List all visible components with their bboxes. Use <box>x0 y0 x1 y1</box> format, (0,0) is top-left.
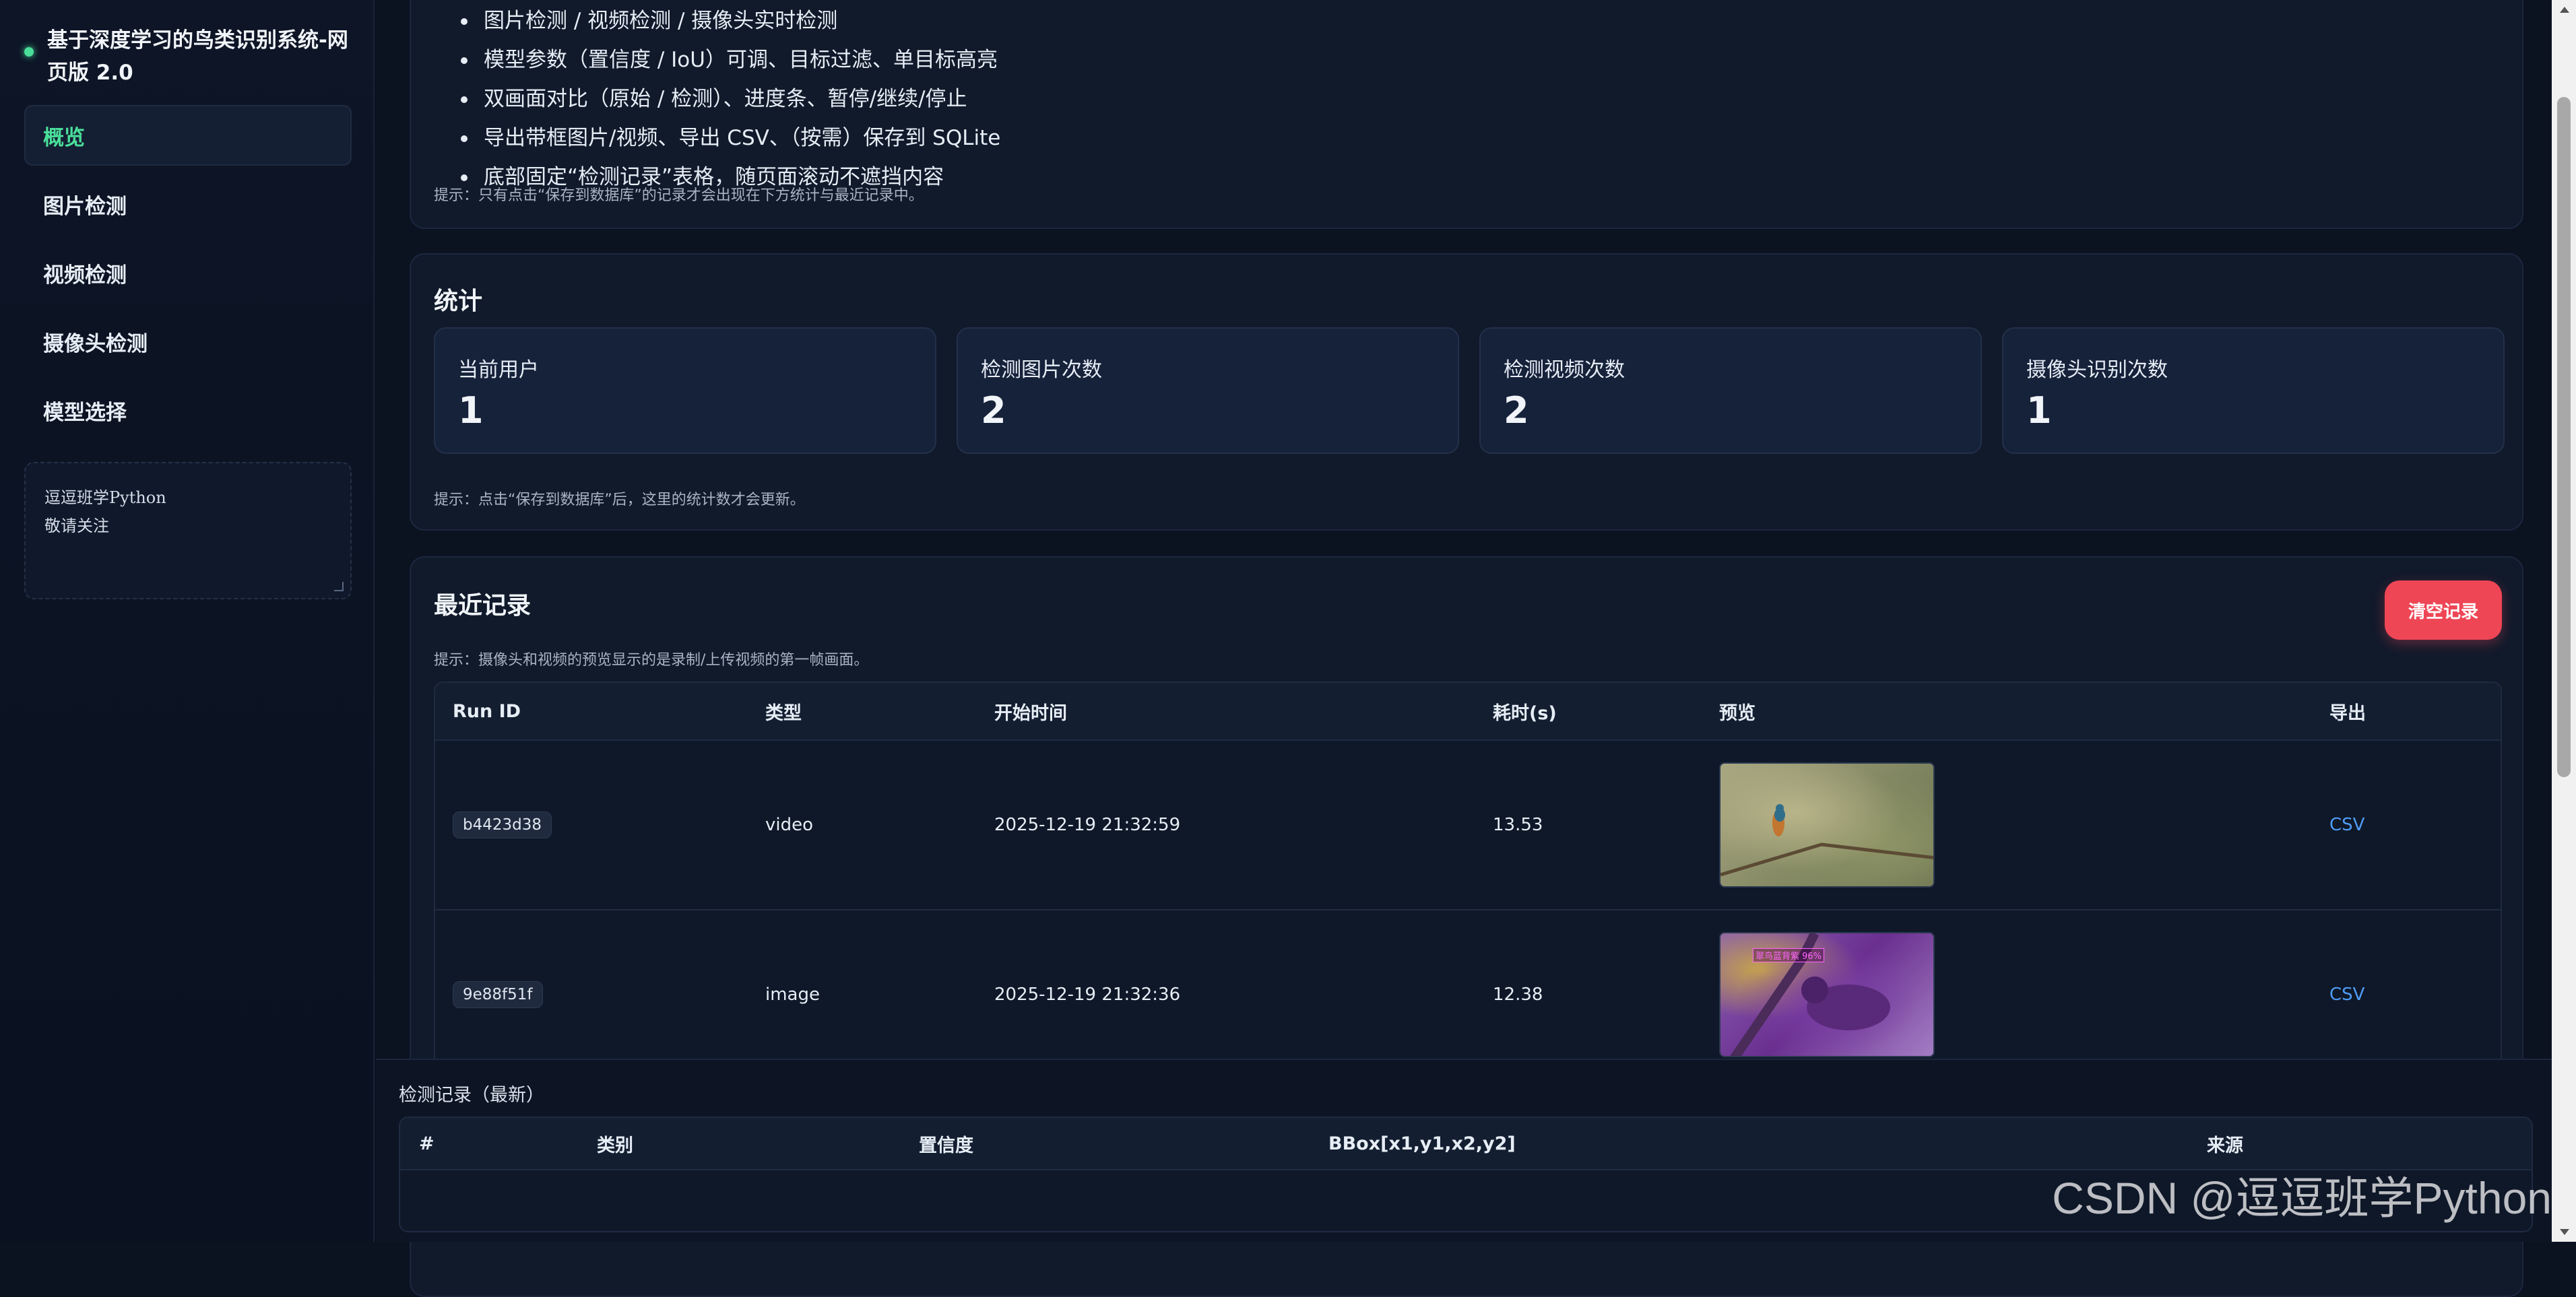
export-csv-link[interactable]: CSV <box>2329 815 2364 835</box>
page-scrollbar[interactable] <box>2552 0 2576 1242</box>
detection-label: 翠鸟蓝背紫 96% <box>1753 948 1824 962</box>
record-duration: 13.53 <box>1493 815 1719 835</box>
sidebar-nav: 概览 图片检测 视频检测 摄像头检测 模型选择 <box>24 105 352 448</box>
feature-item: 模型参数（置信度 / IoU）可调、目标过滤、单目标高亮 <box>454 40 1000 79</box>
stat-label: 检测视频次数 <box>1504 353 1958 383</box>
stat-value: 1 <box>2026 389 2480 432</box>
stats-row: 当前用户 1 检测图片次数 2 检测视频次数 2 摄像头识别次数 1 <box>434 327 2505 454</box>
nav-item-image-detection[interactable]: 图片检测 <box>24 174 352 234</box>
records-title: 最近记录 <box>434 586 531 621</box>
nav-item-model-select[interactable]: 模型选择 <box>24 380 352 440</box>
column-header[interactable]: 开始时间 <box>994 698 1493 725</box>
sidebar: 基于深度学习的鸟类识别系统-网页版 2.0 概览 图片检测 视频检测 摄像头检测… <box>0 0 375 1242</box>
app-title: 基于深度学习的鸟类识别系统-网页版 2.0 <box>47 24 357 89</box>
stat-label: 当前用户 <box>458 353 912 383</box>
stat-value: 2 <box>1504 389 1958 432</box>
records-table: Run ID 类型 开始时间 耗时(s) 预览 导出 b4423d38 vide… <box>434 681 2502 1080</box>
nav-item-video-detection[interactable]: 视频检测 <box>24 242 352 303</box>
column-header[interactable]: # <box>400 1133 597 1154</box>
stats-hint: 提示：点击“保存到数据库”后，这里的统计数才会更新。 <box>434 488 805 509</box>
column-header[interactable]: 耗时(s) <box>1493 698 1719 725</box>
feature-list: 图片检测 / 视频检测 / 摄像头实时检测 模型参数（置信度 / IoU）可调、… <box>454 1 1000 197</box>
feature-item: 导出带框图片/视频、导出 CSV、（按需）保存到 SQLite <box>454 119 1000 158</box>
watermark: CSDN @逗逗班学Python <box>2052 1162 2552 1227</box>
export-csv-link[interactable]: CSV <box>2329 985 2364 1005</box>
run-id-badge: 9e88f51f <box>453 981 543 1008</box>
preview-thumbnail[interactable] <box>1719 762 1935 888</box>
table-row: b4423d38 video 2025-12-19 21:32:59 13.53… <box>435 739 2501 909</box>
stat-image-count: 检测图片次数 2 <box>957 327 1459 454</box>
resize-grip-icon[interactable] <box>334 582 344 591</box>
column-header[interactable]: 来源 <box>2207 1131 2409 1157</box>
clear-records-button[interactable]: 清空记录 <box>2385 580 2502 640</box>
stat-value: 2 <box>981 389 1435 432</box>
record-type: video <box>765 815 994 835</box>
preview-thumbnail[interactable]: 翠鸟蓝背紫 96% <box>1719 932 1935 1057</box>
stat-camera-count: 摄像头识别次数 1 <box>2002 327 2505 454</box>
detection-log-title: 检测记录（最新） <box>399 1080 544 1106</box>
column-header[interactable]: 预览 <box>1719 698 2329 725</box>
record-type: image <box>765 985 994 1005</box>
note-textarea[interactable] <box>26 463 350 598</box>
column-header[interactable]: BBox[x1,y1,x2,y2] <box>1328 1133 2207 1154</box>
bird-image <box>1720 764 1935 888</box>
note-box <box>24 462 352 599</box>
intro-hint: 提示：只有点击“保存到数据库”的记录才会出现在下方统计与最近记录中。 <box>434 183 924 205</box>
scroll-thumb[interactable] <box>2557 97 2571 777</box>
column-header[interactable]: Run ID <box>435 701 765 722</box>
table-header: Run ID 类型 开始时间 耗时(s) 预览 导出 <box>435 683 2501 739</box>
stat-video-count: 检测视频次数 2 <box>1479 327 1982 454</box>
scroll-down-arrow-icon[interactable] <box>2560 1229 2569 1235</box>
stat-label: 摄像头识别次数 <box>2026 353 2480 383</box>
record-start-time: 2025-12-19 21:32:59 <box>994 815 1493 835</box>
column-header[interactable]: 类别 <box>597 1131 919 1157</box>
stat-label: 检测图片次数 <box>981 353 1435 383</box>
record-duration: 12.38 <box>1493 985 1719 1005</box>
feature-item: 双画面对比（原始 / 检测）、进度条、暂停/继续/停止 <box>454 79 1000 119</box>
records-hint: 提示：摄像头和视频的预览显示的是录制/上传视频的第一帧画面。 <box>434 648 868 669</box>
feature-item: 图片检测 / 视频检测 / 摄像头实时检测 <box>454 1 1000 40</box>
column-header[interactable]: 导出 <box>2329 698 2498 725</box>
status-dot-icon <box>24 47 34 57</box>
column-header[interactable]: 置信度 <box>919 1131 1328 1157</box>
column-header[interactable]: 类型 <box>765 698 994 725</box>
main-content: 图片检测 / 视频检测 / 摄像头实时检测 模型参数（置信度 / IoU）可调、… <box>376 0 2552 1242</box>
stats-title: 统计 <box>434 281 482 317</box>
nav-item-camera-detection[interactable]: 摄像头检测 <box>24 311 352 372</box>
stats-card: 统计 当前用户 1 检测图片次数 2 检测视频次数 2 摄像头识别次数 1 提示… <box>410 253 2523 531</box>
nav-item-overview[interactable]: 概览 <box>24 105 352 166</box>
record-start-time: 2025-12-19 21:32:36 <box>994 985 1493 1005</box>
stat-value: 1 <box>458 389 912 432</box>
table-row: 9e88f51f image 2025-12-19 21:32:36 12.38… <box>435 909 2501 1079</box>
stat-current-user: 当前用户 1 <box>434 327 936 454</box>
scroll-up-arrow-icon[interactable] <box>2560 7 2569 13</box>
run-id-badge: b4423d38 <box>453 811 552 838</box>
intro-card: 图片检测 / 视频检测 / 摄像头实时检测 模型参数（置信度 / IoU）可调、… <box>410 0 2523 229</box>
